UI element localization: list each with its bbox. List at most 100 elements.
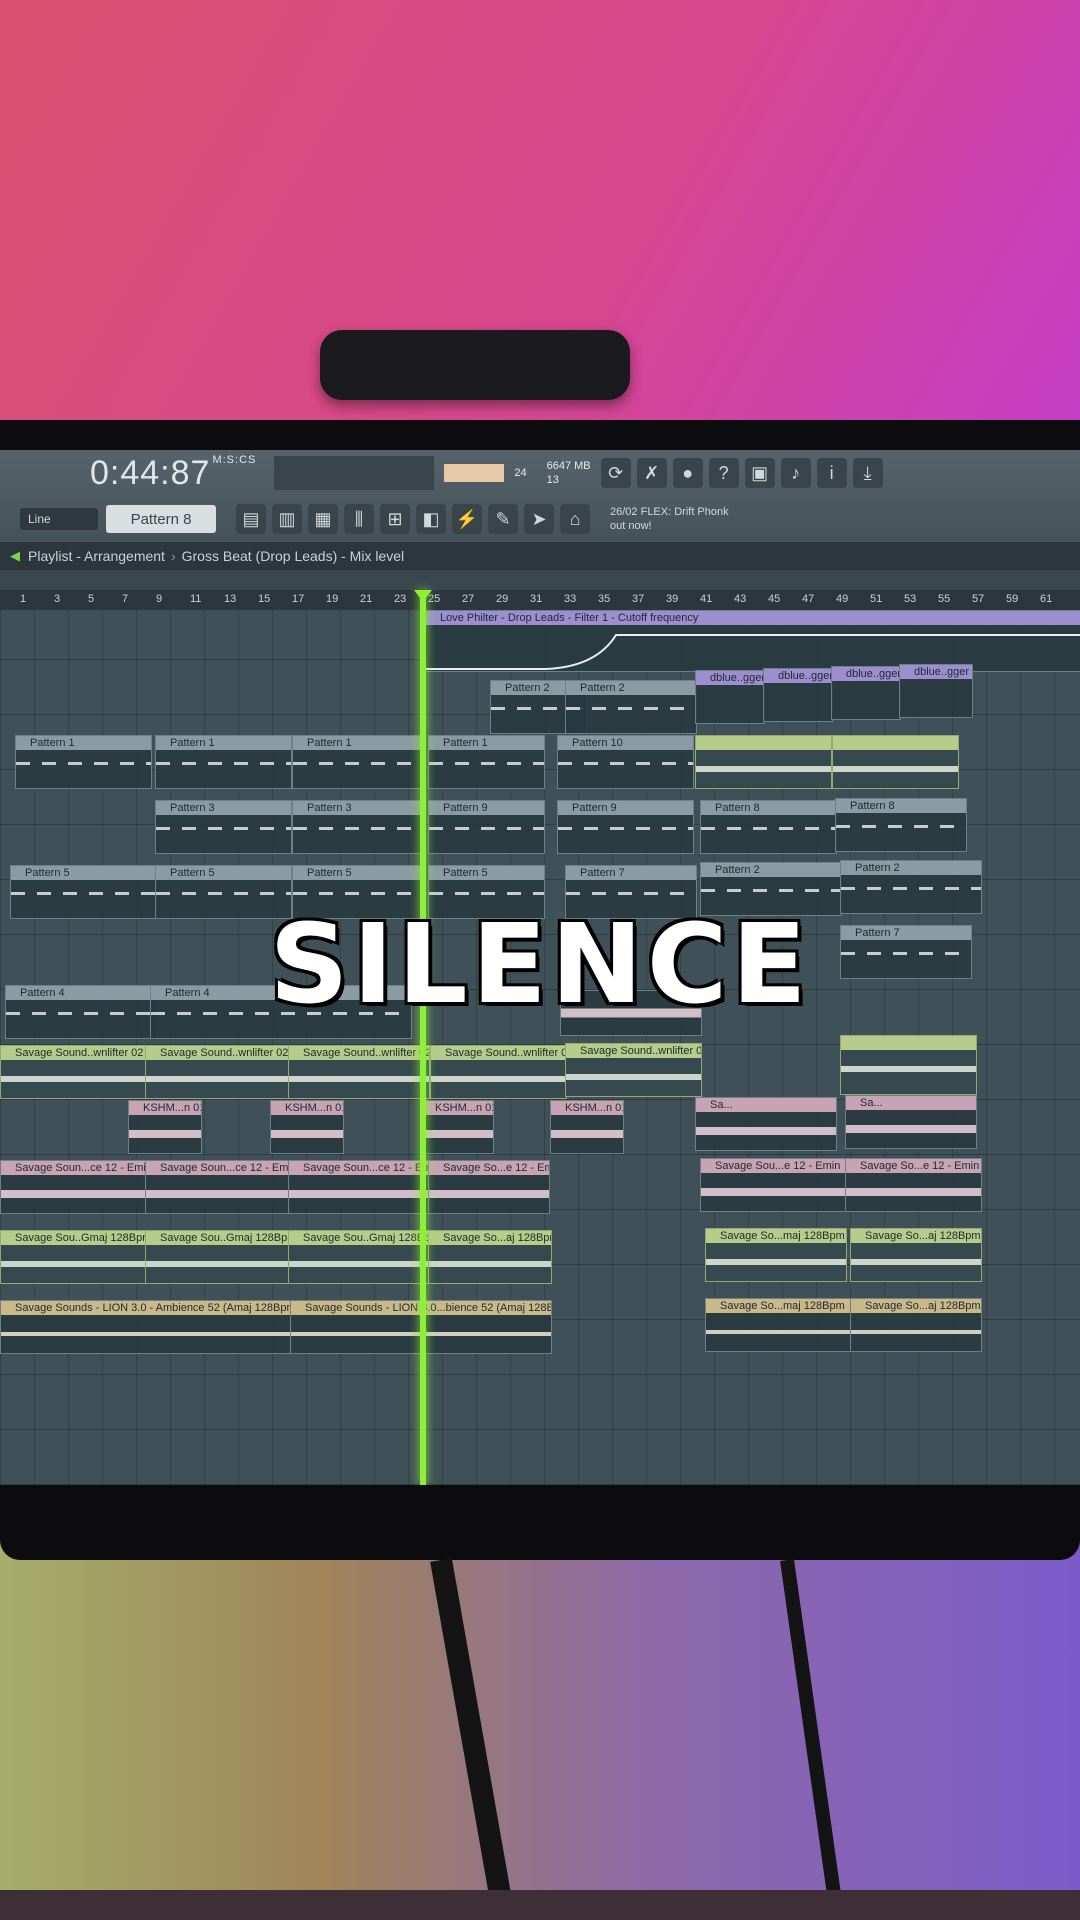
room-background (0, 1530, 1080, 1920)
mixer-icon[interactable]: ♪ (780, 458, 811, 488)
automation-clip[interactable]: dblue..gger (899, 664, 973, 718)
audio-clip[interactable]: Savage So...maj 128Bpm (705, 1228, 847, 1282)
ruler-tick-label: 11 (190, 593, 202, 605)
pattern-clip[interactable]: Pattern 9 (428, 800, 545, 854)
pattern-clip[interactable]: Pattern 1 (292, 735, 424, 789)
help-icon[interactable]: ? (708, 458, 739, 488)
audio-clip[interactable]: KSHM...n 01 (128, 1100, 202, 1154)
shop-icon[interactable]: ⌂ (560, 504, 590, 534)
ruler-tick-label: 1 (20, 593, 27, 605)
audio-clip[interactable]: Savage So...maj 128Bpm (705, 1298, 852, 1352)
audio-clip[interactable]: Savage Sound..wnlifter 02 (430, 1045, 567, 1099)
audio-clip[interactable]: KSHM...n 01 (420, 1100, 494, 1154)
audio-clip[interactable]: Savage Sound..wnlifter 02 (0, 1045, 147, 1099)
ruler-tick-label: 35 (598, 593, 611, 605)
browser-icon[interactable]: ⊞ (380, 504, 410, 534)
master-volume-meter[interactable] (444, 464, 505, 482)
ruler-tick-label: 57 (972, 593, 985, 605)
piano-roll-icon[interactable]: ▦ (308, 504, 338, 534)
pattern-clip[interactable]: Pattern 3 (155, 800, 292, 854)
pattern-clip[interactable]: Pattern 1 (428, 735, 545, 789)
breadcrumb-item[interactable]: Gross Beat (Drop Leads) - Mix level (182, 548, 405, 564)
pattern-clip[interactable]: Pattern 3 (292, 800, 424, 854)
playlist-icon[interactable]: ▤ (236, 504, 266, 534)
save-icon[interactable]: ▣ (744, 458, 775, 488)
pattern-clip[interactable]: Pattern 2 (565, 680, 697, 734)
touch-controller-icon[interactable]: ✎ (488, 504, 518, 534)
audio-clip[interactable]: Sa... (845, 1095, 977, 1149)
audio-clip[interactable]: Savage Soun...ce 12 - Emin (0, 1160, 147, 1214)
channel-rack-icon[interactable]: ▥ (272, 504, 302, 534)
plugin-picker-icon[interactable]: ⚡ (452, 504, 482, 534)
ruler-tick-label: 21 (360, 593, 373, 605)
arrow-tool-icon[interactable]: ➤ (524, 504, 554, 534)
ruler-tick-label: 19 (326, 593, 339, 605)
video-caption: SILENCE (269, 900, 811, 1028)
desk-edge (0, 1890, 1080, 1920)
download-icon[interactable]: ⤓ (852, 458, 883, 488)
audio-clip[interactable]: Savage Sound..wnlifter 02 (565, 1043, 702, 1097)
toolbar: 0:44:87 M:S:CS 24 6647 MB 13 ⟳ ✗ ● ? ▣ ♪ i… (0, 450, 1080, 542)
automation-clip[interactable]: dblue..gger (831, 666, 901, 720)
wait-input-icon[interactable]: ✗ (636, 458, 667, 488)
ruler-tick-label: 51 (870, 593, 883, 605)
snap-selector[interactable]: Line (20, 508, 98, 530)
ruler-tick-label: 45 (768, 593, 781, 605)
ruler-tick-label: 29 (496, 593, 509, 605)
audio-clip[interactable]: Savage Sou..Gmaj 128Bpm (145, 1230, 290, 1284)
info-icon[interactable]: i (816, 458, 847, 488)
audio-clip[interactable]: Savage Sound..wnlifter 02 (145, 1045, 290, 1099)
audio-clip[interactable]: KSHM...n 01 (270, 1100, 344, 1154)
audio-clip[interactable]: Savage So...e 12 - Emin (428, 1160, 550, 1214)
ruler-tick-label: 17 (292, 593, 305, 605)
audio-clip[interactable]: Savage Soun...ce 12 - Emin (288, 1160, 430, 1214)
ruler-tick-label: 7 (122, 593, 129, 605)
mixer-view-icon[interactable]: ⫼ (344, 504, 374, 534)
metronome-icon[interactable]: ⟳ (600, 458, 631, 488)
ruler-tick-label: 41 (700, 593, 713, 605)
audio-clip[interactable]: Savage Sou..Gmaj 128Bpm (288, 1230, 430, 1284)
automation-clip[interactable]: dblue..gger (695, 670, 765, 724)
ruler-tick-label: 3 (54, 593, 61, 605)
pattern-clip[interactable]: Pattern 1 (155, 735, 292, 789)
playhead[interactable] (420, 590, 426, 1485)
ruler-tick-label: 33 (564, 593, 577, 605)
pattern-clip[interactable]: Pattern 10 (557, 735, 694, 789)
audio-clip[interactable]: Savage Sounds - LION 3.0 - Ambience 52 (… (0, 1300, 292, 1354)
timeline-ruler[interactable]: 1 3 5 7 9 11 13 15 17 19 21 23 25 27 29 31 33 35 37 39 41 43 4… (0, 590, 1080, 610)
audio-clip[interactable] (840, 1035, 977, 1095)
audio-clip[interactable]: Savage Soun...ce 12 - Emin (145, 1160, 290, 1214)
audio-clip[interactable]: Savage So...e 12 - Emin (845, 1158, 982, 1212)
pattern-clip[interactable]: Pattern 1 (15, 735, 152, 789)
ruler-tick-label: 43 (734, 593, 747, 605)
playlist-grid[interactable]: Love Philter - Drop Leads - Filter 1 - C… (0, 610, 1080, 1485)
memory-meter: 6647 MB 13 (546, 460, 591, 486)
news-panel[interactable]: 26/02 FLEX: Drift Phonk out now! (610, 505, 729, 533)
audio-clip[interactable]: Savage So...aj 128Bpm (850, 1228, 982, 1282)
automation-clip[interactable]: Love Philter - Drop Leads - Filter 1 - C… (425, 610, 1080, 672)
ruler-tick-label: 23 (394, 593, 407, 605)
pattern-clip[interactable]: Pattern 9 (557, 800, 694, 854)
audio-clip[interactable]: Savage Sound..wnlifter 02 (288, 1045, 430, 1099)
automation-clip[interactable]: dblue..gger (763, 668, 833, 722)
play-icon[interactable]: ◀ (10, 548, 20, 564)
breadcrumb-item[interactable]: Playlist - Arrangement (28, 548, 165, 564)
microphone-icon[interactable]: ● (672, 458, 703, 488)
audio-clip[interactable]: Savage So...aj 128Bpm (428, 1230, 552, 1284)
webcam (320, 330, 630, 400)
audio-clip[interactable]: Savage So...aj 128Bpm (850, 1298, 982, 1352)
pattern-clip[interactable]: Pattern 8 (835, 798, 967, 852)
plugin-icon[interactable]: ◧ (416, 504, 446, 534)
ruler-tick-label: 31 (530, 593, 543, 605)
pattern-selector[interactable]: Pattern 8 (106, 505, 216, 533)
automation-curve (426, 634, 1080, 670)
audio-clip[interactable] (695, 735, 832, 789)
ruler-tick-label: 59 (1006, 593, 1019, 605)
audio-clip[interactable]: Savage Sou..Gmaj 128Bpm (0, 1230, 147, 1284)
audio-clip[interactable]: KSHM...n 01 (550, 1100, 624, 1154)
audio-clip[interactable]: Savage Sou...e 12 - Emin (700, 1158, 847, 1212)
audio-clip[interactable]: Sa... (695, 1097, 837, 1151)
song-time: 0:44:87 M:S:CS (90, 453, 257, 492)
pattern-clip[interactable]: Pattern 8 (700, 800, 837, 854)
audio-clip[interactable] (832, 735, 959, 789)
